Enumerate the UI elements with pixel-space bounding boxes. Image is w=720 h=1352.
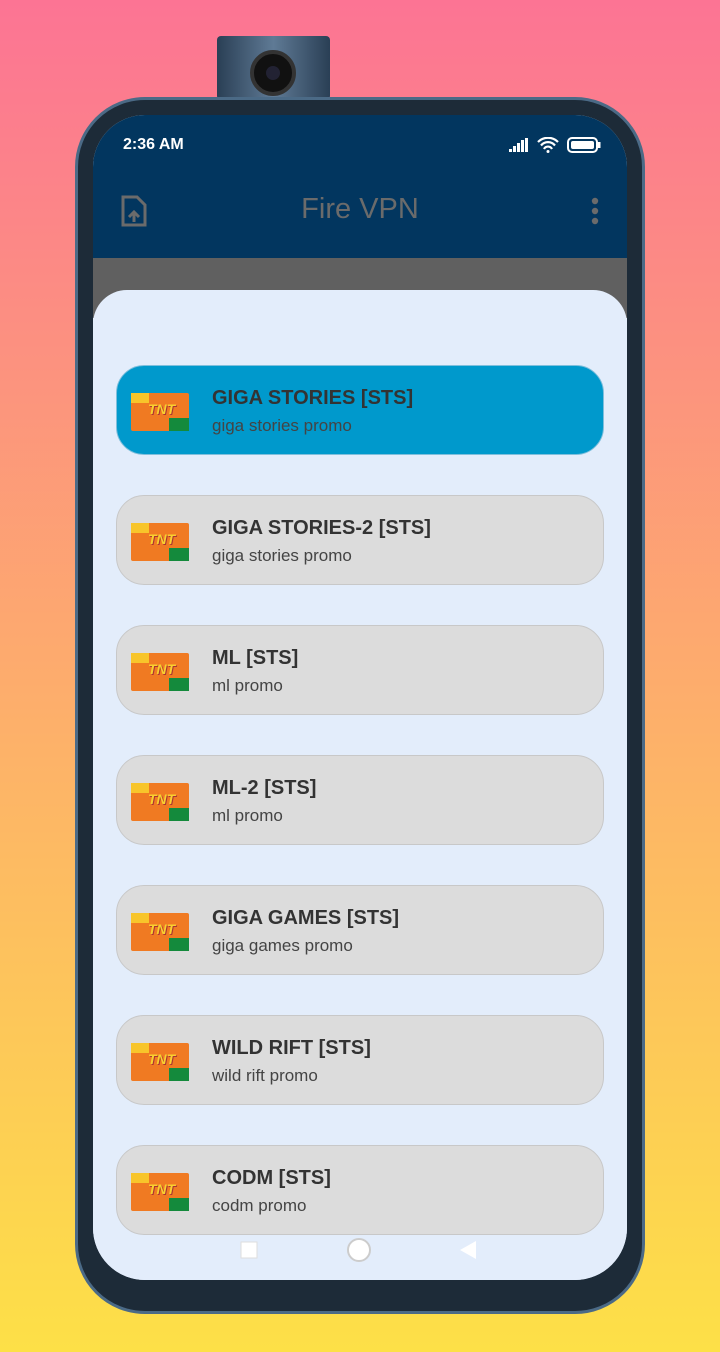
server-list-sheet: TNT GIGA STORIES [STS] giga stories prom… (93, 290, 627, 1280)
server-name: ML-2 [STS] (212, 777, 317, 799)
server-item[interactable]: TNT CODM [STS] codm promo (116, 1145, 604, 1235)
popup-camera (217, 36, 330, 100)
server-name: GIGA STORIES-2 [STS] (212, 517, 431, 539)
server-description: giga games promo (212, 936, 353, 955)
server-description: codm promo (212, 1196, 307, 1215)
back-button (460, 1241, 476, 1259)
app-title: Fire VPN (301, 193, 419, 225)
server-description: wild rift promo (212, 1066, 318, 1085)
more-options-icon[interactable] (591, 197, 599, 225)
app-bar: 2:36 AM Fire VPN (93, 115, 627, 258)
screen: 2:36 AM Fire VPN TNT GIGA STORIES [STS] … (93, 115, 627, 1280)
tnt-logo-icon: TNT (131, 393, 189, 431)
server-name: ML [STS] (212, 647, 299, 669)
home-button (347, 1238, 371, 1262)
server-name: WILD RIFT [STS] (212, 1037, 371, 1059)
tnt-logo-icon: TNT (131, 653, 189, 691)
server-name: GIGA STORIES [STS] (212, 387, 414, 409)
server-item[interactable]: TNT ML [STS] ml promo (116, 625, 604, 715)
server-description: giga stories promo (212, 546, 352, 565)
server-name: GIGA GAMES [STS] (212, 907, 400, 929)
tnt-logo-icon: TNT (131, 1173, 189, 1211)
recents-button (240, 1241, 258, 1259)
status-time: 2:36 AM (123, 136, 184, 153)
server-item[interactable]: TNT GIGA GAMES [STS] giga games promo (116, 885, 604, 975)
server-item[interactable]: TNT GIGA STORIES-2 [STS] giga stories pr… (116, 495, 604, 585)
server-description: giga stories promo (212, 416, 352, 435)
tnt-logo-icon: TNT (131, 783, 189, 821)
tnt-logo-icon: TNT (131, 1043, 189, 1081)
signal-icon (509, 138, 528, 152)
server-item[interactable]: TNT ML-2 [STS] ml promo (116, 755, 604, 845)
status-icons (509, 137, 601, 153)
wifi-icon (537, 137, 559, 153)
camera-lens (250, 50, 296, 96)
tnt-logo-icon: TNT (131, 523, 189, 561)
navigation-bar (240, 1238, 476, 1262)
server-description: ml promo (212, 676, 283, 695)
server-item[interactable]: TNT GIGA STORIES [STS] giga stories prom… (116, 365, 604, 455)
server-item[interactable]: TNT WILD RIFT [STS] wild rift promo (116, 1015, 604, 1105)
server-name: CODM [STS] (212, 1167, 331, 1189)
tnt-logo-icon: TNT (131, 913, 189, 951)
server-description: ml promo (212, 806, 283, 825)
battery-icon (567, 137, 601, 153)
